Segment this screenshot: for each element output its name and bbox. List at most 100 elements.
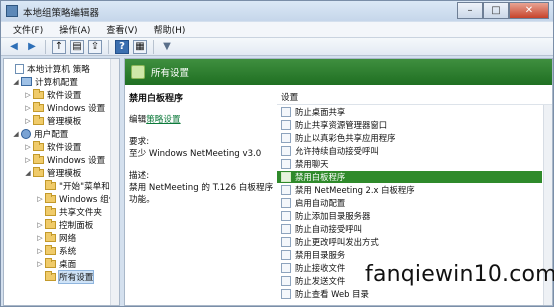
maximize-button[interactable]: □ [483, 2, 509, 19]
folder-icon [33, 88, 44, 99]
tree-node-label: 计算机配置 [35, 77, 78, 88]
properties-icon[interactable]: ▦ [133, 39, 147, 54]
requirement-label: 要求: [129, 137, 150, 147]
up-folder-icon[interactable]: ↑ [52, 39, 66, 54]
tree-node-local-policy[interactable]: 本地计算机 策略 [6, 62, 90, 75]
list-item[interactable]: 防止以真彩色共享应用程序 [277, 132, 542, 144]
tree-node-all-settings[interactable]: 所有设置 [36, 269, 95, 284]
list-item-selected[interactable]: 禁用白板程序 [277, 171, 542, 183]
list-item-label: 防止以真彩色共享应用程序 [295, 133, 396, 143]
navigation-tree[interactable]: 本地计算机 策略 ◢ 计算机配置 ▷ 软件设置 ▷ Windows 设置 ▷ 管… [3, 58, 120, 306]
policy-title: 禁用白板程序 [129, 94, 184, 104]
menu-action[interactable]: 操作(A) [51, 23, 98, 36]
tree-node-control-panel[interactable]: ▷ 控制面板 [36, 218, 93, 231]
list-item[interactable]: 防止查看 Web 目录 [277, 288, 542, 300]
edit-policy-line: 编辑策略设置 [129, 114, 277, 126]
folder-icon [33, 153, 44, 164]
tree-node-label: 管理模板 [47, 116, 82, 127]
tree-node-user-config[interactable]: ◢ 用户配置 [12, 127, 68, 140]
toolbar-separator [153, 39, 154, 54]
policy-setting-icon [281, 146, 291, 156]
expand-icon[interactable]: ▷ [36, 195, 44, 203]
edit-prefix: 编辑 [129, 115, 147, 125]
column-header-setting[interactable]: 设置 [277, 91, 552, 105]
list-item[interactable]: 防止桌面共享 [277, 106, 542, 118]
expand-icon[interactable]: ▷ [24, 117, 32, 125]
expand-icon[interactable]: ▷ [36, 260, 44, 268]
tree-node-shared-folders[interactable]: 共享文件夹 [36, 205, 102, 218]
forward-icon[interactable]: ▶ [25, 40, 39, 54]
list-item-label: 防止桌面共享 [295, 107, 346, 117]
expand-icon[interactable]: ▷ [24, 104, 32, 112]
tree-node-label: 共享文件夹 [59, 207, 102, 218]
tree-node-network[interactable]: ▷ 网络 [36, 231, 76, 244]
list-item[interactable]: 启用自动配置 [277, 197, 542, 209]
main-window: 本地组策略编辑器 – □ ✕ 文件(F) 操作(A) 查看(V) 帮助(H) ◀… [0, 0, 554, 307]
policy-setting-icon [281, 172, 291, 182]
policy-setting-icon [281, 263, 291, 273]
tree-node-user-admin-templates[interactable]: ◢ 管理模板 [24, 166, 81, 179]
toolbar-separator [108, 39, 109, 54]
computer-icon [21, 77, 32, 86]
menu-view[interactable]: 查看(V) [98, 23, 145, 36]
list-item[interactable]: 禁用聊天 [277, 158, 542, 170]
list-item[interactable]: 禁用 NetMeeting 2.x 白板程序 [277, 184, 542, 196]
app-icon [6, 5, 18, 17]
minimize-button[interactable]: – [457, 2, 483, 19]
folder-icon [45, 179, 56, 190]
list-item-label: 允许持续自动接受呼叫 [295, 146, 379, 156]
tree-node-label: 用户配置 [34, 129, 69, 140]
list-item-label: 禁用目录服务 [295, 250, 346, 260]
tree-node-label: 控制面板 [59, 220, 94, 231]
policy-setting-icon [281, 276, 291, 286]
tree-node-label: Windows 设置 [47, 155, 106, 166]
export-list-icon[interactable]: ⇪ [88, 39, 102, 54]
tree-node-start-menu[interactable]: "开始"菜单和 [36, 179, 110, 192]
list-item-label: 防止更改呼叫发出方式 [295, 237, 379, 247]
menu-help[interactable]: 帮助(H) [146, 23, 194, 36]
tree-node-label: 所有设置 [57, 269, 95, 284]
tree-node-windows-components[interactable]: ▷ Windows 组件 [36, 192, 117, 205]
description-text-line2: 功能。 [129, 195, 155, 205]
tree-node-user-software-settings[interactable]: ▷ 软件设置 [24, 140, 81, 153]
toolbar: ◀ ▶ ↑ ▤ ⇪ ? ▦ ▼ [1, 38, 553, 56]
tree-node-windows-settings[interactable]: ▷ Windows 设置 [24, 101, 105, 114]
tree-scrollbar[interactable] [110, 59, 119, 305]
folder-icon [45, 270, 56, 281]
expand-icon[interactable]: ▷ [24, 156, 32, 164]
help-icon[interactable]: ? [115, 39, 129, 54]
list-item-label: 防止查看 Web 目录 [295, 289, 369, 299]
collapse-icon[interactable]: ◢ [12, 78, 20, 86]
tree-node-software-settings[interactable]: ▷ 软件设置 [24, 88, 81, 101]
folder-icon [45, 192, 56, 203]
list-item[interactable]: 防止自动接受呼叫 [277, 223, 542, 235]
expand-icon[interactable]: ▷ [36, 221, 44, 229]
tree-node-desktop[interactable]: ▷ 桌面 [36, 257, 76, 270]
collapse-icon[interactable]: ◢ [24, 169, 32, 177]
edit-policy-link[interactable]: 策略设置 [146, 115, 180, 125]
expand-icon[interactable]: ▷ [36, 247, 44, 255]
list-item[interactable]: 允许持续自动接受呼叫 [277, 145, 542, 157]
tree-node-admin-templates[interactable]: ▷ 管理模板 [24, 114, 81, 127]
list-item[interactable]: 防止共享资源管理器窗口 [277, 119, 542, 131]
expand-icon[interactable]: ▷ [24, 143, 32, 151]
details-header-title: 所有设置 [151, 68, 190, 79]
back-icon[interactable]: ◀ [7, 40, 21, 54]
filter-icon[interactable]: ▼ [160, 40, 174, 54]
list-item[interactable]: 防止更改呼叫发出方式 [277, 236, 542, 248]
tree-node-computer-config[interactable]: ◢ 计算机配置 [12, 75, 78, 88]
list-item[interactable]: 防止添加目录服务器 [277, 210, 542, 222]
close-button[interactable]: ✕ [509, 2, 549, 19]
expand-icon[interactable]: ▷ [36, 234, 44, 242]
tree-node-label: Windows 设置 [47, 103, 106, 114]
menu-file[interactable]: 文件(F) [5, 23, 51, 36]
collapse-icon[interactable]: ◢ [12, 130, 20, 138]
tree-node-system[interactable]: ▷ 系统 [36, 244, 76, 257]
list-item[interactable]: 禁用目录服务 [277, 249, 542, 261]
tree-node-user-windows-settings[interactable]: ▷ Windows 设置 [24, 153, 105, 166]
show-hide-tree-icon[interactable]: ▤ [70, 39, 84, 54]
folder-icon [45, 257, 56, 268]
list-item-label: 禁用 NetMeeting 2.x 白板程序 [295, 185, 415, 195]
expand-icon[interactable]: ▷ [24, 91, 32, 99]
